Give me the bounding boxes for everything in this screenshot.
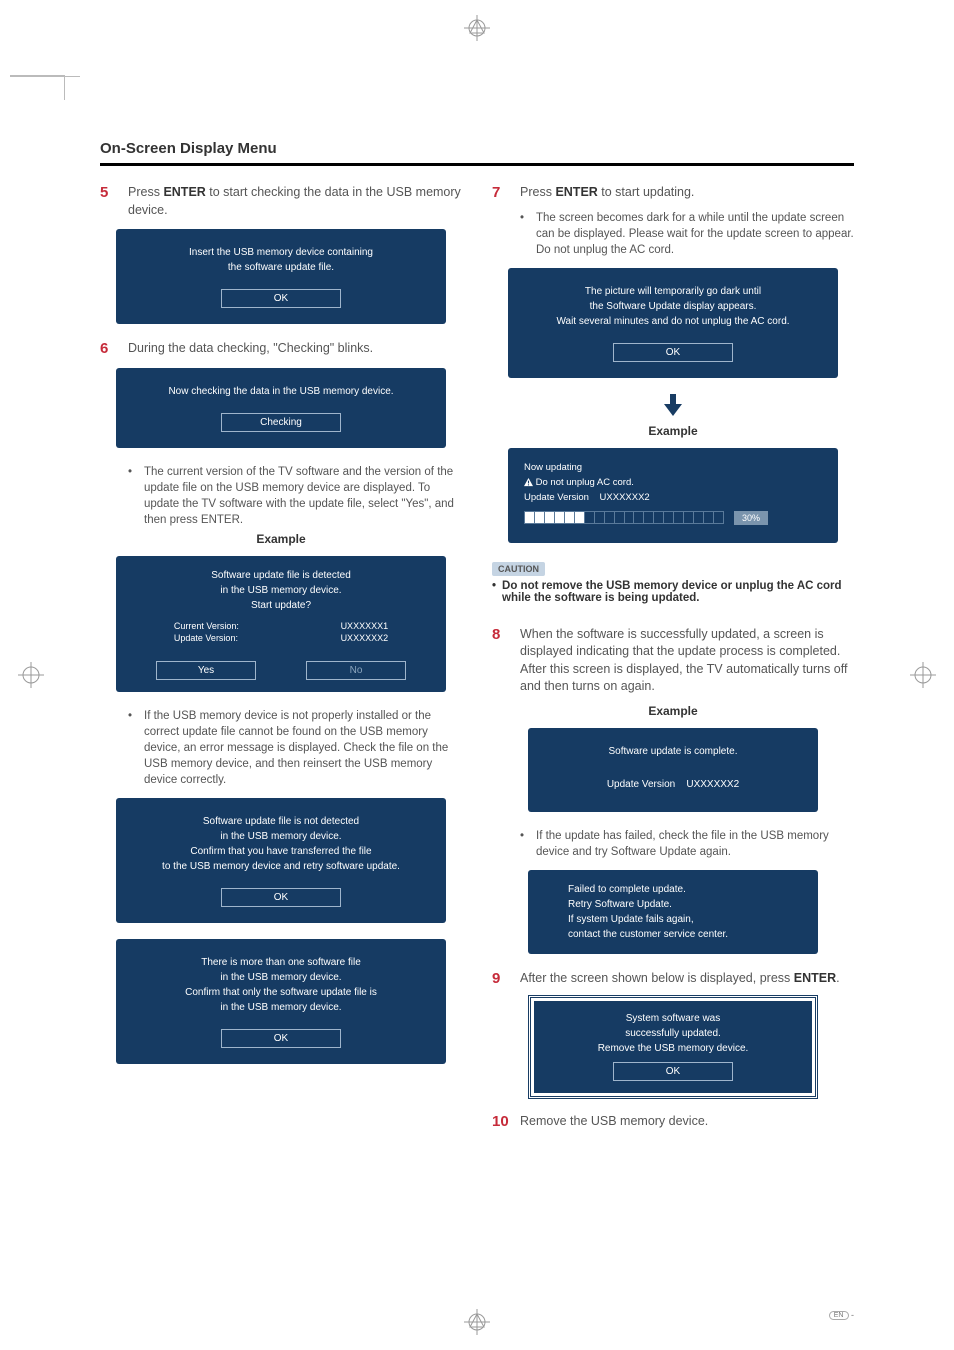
ok-button[interactable]: OK — [221, 289, 341, 308]
step-7-number: 7 — [492, 184, 510, 201]
update-version-label: Update Version: — [174, 633, 238, 643]
panel-insert-usb: Insert the USB memory device containing … — [116, 229, 446, 324]
panel-text-line: to the USB memory device and retry softw… — [128, 859, 434, 874]
ok-button[interactable]: OK — [221, 1029, 341, 1048]
panel-text-line: Wait several minutes and do not unplug t… — [520, 314, 826, 329]
yes-button[interactable]: Yes — [156, 661, 256, 680]
registration-mark-left — [18, 662, 44, 688]
step-9-text: After the screen shown below is displaye… — [520, 970, 840, 988]
divider — [100, 163, 854, 166]
step-5-text: Press ENTER to start checking the data i… — [128, 184, 462, 219]
caution-badge: CAUTION — [492, 562, 545, 576]
bullet-text: The current version of the TV software a… — [144, 464, 462, 528]
step-5-number: 5 — [100, 184, 118, 201]
progress-percent: 30% — [734, 511, 768, 525]
ok-button[interactable]: OK — [613, 343, 733, 362]
panel-text-line: in the USB memory device. — [128, 1000, 434, 1015]
step-9-number: 9 — [492, 970, 510, 987]
step-10-number: 10 — [492, 1113, 510, 1130]
no-button[interactable]: No — [306, 661, 406, 680]
panel-go-dark: The picture will temporarily go dark unt… — [508, 268, 838, 378]
panel-text-line: System software was — [542, 1011, 804, 1026]
checking-button: Checking — [221, 413, 341, 432]
ok-button[interactable]: OK — [221, 888, 341, 907]
ok-button[interactable]: OK — [613, 1062, 733, 1081]
step-8-text: When the software is successfully update… — [520, 626, 854, 696]
panel-text-line: Software update is complete. — [538, 744, 808, 759]
warning-icon — [524, 478, 533, 487]
page-title: On-Screen Display Menu — [100, 140, 854, 157]
progress-bar — [524, 511, 724, 524]
panel-success: System software was successfully updated… — [534, 1001, 812, 1093]
panel-update-failed: Failed to complete update. Retry Softwar… — [528, 870, 818, 954]
panel-text-line: Software update file is detected — [128, 568, 434, 583]
example-label: Example — [492, 704, 854, 718]
caution-text: Do not remove the USB memory device or u… — [502, 580, 854, 604]
bullet-icon: • — [520, 828, 528, 860]
step-8-number: 8 — [492, 626, 510, 643]
panel-text-line: contact the customer service center. — [568, 927, 778, 942]
current-version-value: UXXXXXX1 — [341, 621, 389, 631]
footer-lang: EN - — [829, 1310, 854, 1320]
step-7-text: Press ENTER to start updating. — [520, 184, 694, 202]
panel-success-frame: System software was successfully updated… — [528, 995, 818, 1099]
current-version-label: Current Version: — [174, 621, 239, 631]
panel-text-line: Insert the USB memory device containing — [128, 245, 434, 260]
panel-text-line: Now updating — [524, 462, 822, 473]
panel-text-line: the software update file. — [128, 260, 434, 275]
registration-mark-right — [910, 662, 936, 688]
step-10-text: Remove the USB memory device. — [520, 1113, 708, 1131]
arrow-down-icon — [492, 394, 854, 420]
panel-text-line: Update Version UXXXXXX2 — [524, 492, 822, 503]
panel-text-line: Update Version UXXXXXX2 — [538, 777, 808, 792]
bullet-icon: • — [492, 580, 496, 604]
panel-update-complete: Software update is complete. Update Vers… — [528, 728, 818, 812]
registration-mark-bottom — [464, 1309, 490, 1335]
panel-text-line: Do not unplug AC cord. — [524, 477, 822, 488]
panel-text-line: successfully updated. — [542, 1026, 804, 1041]
panel-text-line: Confirm that only the software update fi… — [128, 985, 434, 1000]
panel-text-line: Failed to complete update. — [568, 882, 778, 897]
panel-text-line: Now checking the data in the USB memory … — [128, 384, 434, 399]
right-column: 7 Press ENTER to start updating. • The s… — [492, 184, 854, 1139]
panel-update-detected: Software update file is detected in the … — [116, 556, 446, 692]
crop-mark — [10, 75, 65, 100]
panel-text-line: Software update file is not detected — [128, 814, 434, 829]
example-label: Example — [100, 532, 462, 546]
bullet-icon: • — [128, 708, 136, 788]
panel-text-line: There is more than one software file — [128, 955, 434, 970]
panel-not-detected: Software update file is not detected in … — [116, 798, 446, 923]
bullet-text: If the USB memory device is not properly… — [144, 708, 462, 788]
bullet-text: If the update has failed, check the file… — [536, 828, 854, 860]
step-6-text: During the data checking, "Checking" bli… — [128, 340, 373, 358]
panel-text-line: Remove the USB memory device. — [542, 1041, 804, 1056]
panel-text-line: Confirm that you have transferred the fi… — [128, 844, 434, 859]
bullet-icon: • — [520, 210, 528, 258]
registration-mark-top — [464, 15, 490, 41]
step-6-number: 6 — [100, 340, 118, 357]
panel-text-line: in the USB memory device. — [128, 829, 434, 844]
left-column: 5 Press ENTER to start checking the data… — [100, 184, 462, 1139]
panel-checking: Now checking the data in the USB memory … — [116, 368, 446, 448]
panel-text-line: in the USB memory device. — [128, 970, 434, 985]
bullet-icon: • — [128, 464, 136, 528]
panel-now-updating: Now updating Do not unplug AC cord. Upda… — [508, 448, 838, 543]
panel-multiple-files: There is more than one software file in … — [116, 939, 446, 1064]
panel-text-line: in the USB memory device. — [128, 583, 434, 598]
panel-text-line: Retry Software Update. — [568, 897, 778, 912]
panel-text-line: Start update? — [128, 598, 434, 613]
panel-text-line: The picture will temporarily go dark unt… — [520, 284, 826, 299]
panel-text-line: the Software Update display appears. — [520, 299, 826, 314]
panel-text-line: If system Update fails again, — [568, 912, 778, 927]
update-version-value: UXXXXXX2 — [341, 633, 389, 643]
bullet-text: The screen becomes dark for a while unti… — [536, 210, 854, 258]
example-label: Example — [492, 424, 854, 438]
